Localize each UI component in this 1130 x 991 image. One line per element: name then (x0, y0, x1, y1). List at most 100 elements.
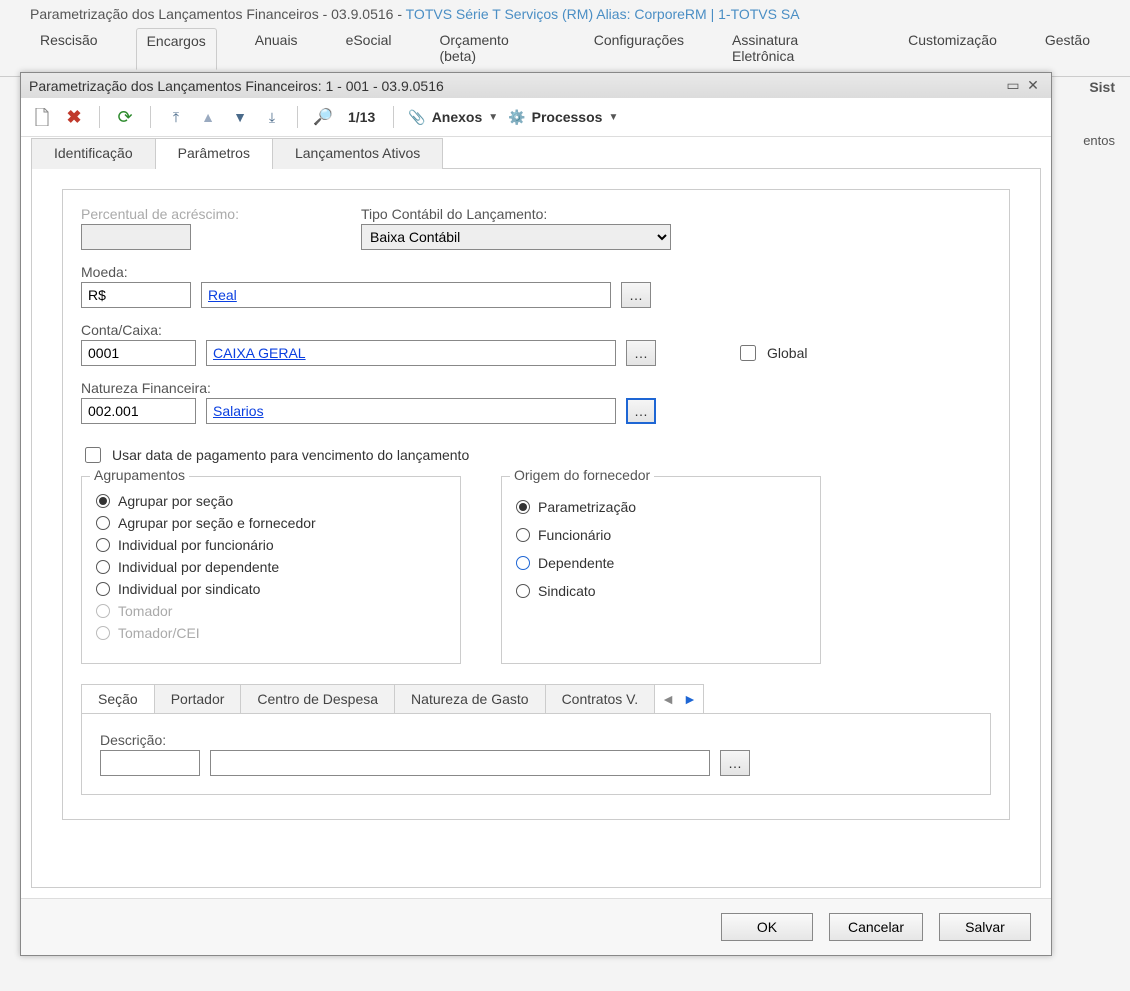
scroll-right-icon[interactable]: ► (683, 691, 697, 707)
nav-last-icon[interactable]: ⤓ (261, 106, 283, 128)
tab-parametros[interactable]: Parâmetros (155, 138, 273, 169)
ribbon-tab-customizacao[interactable]: Customização (898, 28, 1007, 70)
radio-origem-parametrizacao[interactable]: Parametrização (516, 499, 804, 515)
tab-lancamentos-ativos[interactable]: Lançamentos Ativos (272, 138, 443, 169)
radio-indiv-sindicato[interactable]: Individual por sindicato (96, 581, 444, 597)
conta-code-input[interactable] (81, 340, 196, 366)
tipo-select[interactable]: Baixa Contábil (361, 224, 671, 250)
subtab-natureza-gasto[interactable]: Natureza de Gasto (394, 684, 546, 713)
conta-desc-input[interactable] (206, 340, 616, 366)
maximize-icon[interactable]: ▭ (1003, 77, 1023, 94)
ribbon-tab-anuais[interactable]: Anuais (245, 28, 308, 70)
origem-legend: Origem do fornecedor (510, 467, 654, 483)
close-icon[interactable]: ✕ (1023, 77, 1043, 94)
binoculars-icon[interactable]: 🔎 (312, 106, 334, 128)
percent-label: Percentual de acréscimo: (81, 206, 281, 222)
moeda-lookup-button[interactable]: … (621, 282, 651, 308)
gear-icon: ⚙️ (508, 109, 525, 126)
natureza-desc-input[interactable] (206, 398, 616, 424)
subtab-body: Descrição: … (81, 713, 991, 795)
record-counter: 1/13 (344, 109, 379, 125)
processos-label: Processos (532, 109, 603, 125)
refresh-icon[interactable]: ⟳ (114, 106, 136, 128)
agrupamentos-legend: Agrupamentos (90, 467, 189, 483)
descricao-code-input[interactable] (100, 750, 200, 776)
natureza-label: Natureza Financeira: (81, 380, 991, 396)
origem-fieldset: Origem do fornecedor Parametrização Func… (501, 476, 821, 664)
dialog-titlebar: Parametrização dos Lançamentos Financeir… (21, 73, 1051, 98)
dialog-title: Parametrização dos Lançamentos Financeir… (29, 78, 444, 94)
clipped-text-entos: entos (1083, 133, 1115, 148)
processos-menu[interactable]: ⚙️ Processos ▼ (508, 109, 618, 126)
paperclip-icon: 📎 (408, 109, 425, 126)
moeda-label: Moeda: (81, 264, 991, 280)
usar-data-checkbox-label: Usar data de pagamento para vencimento d… (112, 447, 469, 463)
global-checkbox[interactable]: Global (736, 342, 807, 364)
subtab-secao[interactable]: Seção (81, 684, 155, 713)
form-panel: Percentual de acréscimo: Tipo Contábil d… (62, 189, 1010, 820)
dialog-window: Parametrização dos Lançamentos Financeir… (20, 72, 1052, 956)
radio-indiv-dependente[interactable]: Individual por dependente (96, 559, 444, 575)
dialog-toolbar: ✖ ⟳ ⤒ ▲ ▼ ⤓ 🔎 1/13 📎 Anexos ▼ ⚙️ Process… (21, 98, 1051, 137)
ribbon-tab-esocial[interactable]: eSocial (336, 28, 402, 70)
chevron-down-icon: ▼ (608, 112, 618, 123)
tab-identificacao[interactable]: Identificação (31, 138, 156, 169)
bottom-tabstrip: Seção Portador Centro de Despesa Naturez… (81, 684, 991, 713)
ribbon-tab-orcamento[interactable]: Orçamento (beta) (429, 28, 555, 70)
moeda-desc-input[interactable] (201, 282, 611, 308)
ribbon-tab-gestao[interactable]: Gestão (1035, 28, 1100, 70)
clipped-text-sist: Sist (1089, 79, 1115, 95)
descricao-label: Descrição: (100, 732, 972, 748)
tab-body: Percentual de acréscimo: Tipo Contábil d… (31, 168, 1041, 888)
ribbon: Rescisão Encargos Anuais eSocial Orçamen… (0, 26, 1130, 77)
ribbon-tab-assinatura[interactable]: Assinatura Eletrônica (722, 28, 870, 70)
anexos-label: Anexos (432, 109, 483, 125)
radio-origem-funcionario[interactable]: Funcionário (516, 527, 804, 543)
save-button[interactable]: Salvar (939, 913, 1031, 941)
subtabs-wrap: Seção Portador Centro de Despesa Naturez… (81, 684, 991, 795)
subtabs-nav: ◄ ► (654, 684, 704, 713)
descricao-desc-input[interactable] (210, 750, 710, 776)
main-tabstrip: Identificação Parâmetros Lançamentos Ati… (31, 138, 1041, 169)
percent-input (81, 224, 191, 250)
dialog-buttonbar: OK Cancelar Salvar (21, 898, 1051, 955)
outer-app-title: Parametrização dos Lançamentos Financeir… (0, 0, 1130, 26)
radio-agrupar-secao-fornecedor[interactable]: Agrupar por seção e fornecedor (96, 515, 444, 531)
radio-origem-dependente[interactable]: Dependente (516, 555, 804, 571)
radio-tomador: Tomador (96, 603, 444, 619)
subtab-contratos[interactable]: Contratos V. (545, 684, 656, 713)
conta-lookup-button[interactable]: … (626, 340, 656, 366)
delete-icon[interactable]: ✖ (63, 106, 85, 128)
tipo-label: Tipo Contábil do Lançamento: (361, 206, 671, 222)
descricao-lookup-button[interactable]: … (720, 750, 750, 776)
radio-tomador-cei: Tomador/CEI (96, 625, 444, 641)
ok-button[interactable]: OK (721, 913, 813, 941)
global-checkbox-label: Global (767, 345, 807, 361)
scroll-left-icon[interactable]: ◄ (661, 691, 675, 707)
ribbon-tab-rescisao[interactable]: Rescisão (30, 28, 108, 70)
app-title-left: Parametrização dos Lançamentos Financeir… (30, 6, 406, 22)
cancel-button[interactable]: Cancelar (829, 913, 923, 941)
conta-label: Conta/Caixa: (81, 322, 991, 338)
usar-data-checkbox-box[interactable] (85, 447, 101, 463)
global-checkbox-box[interactable] (740, 345, 756, 361)
agrupamentos-fieldset: Agrupamentos Agrupar por seção Agrupar p… (81, 476, 461, 664)
nav-first-icon[interactable]: ⤒ (165, 106, 187, 128)
radio-indiv-funcionario[interactable]: Individual por funcionário (96, 537, 444, 553)
ribbon-tab-configuracoes[interactable]: Configurações (584, 28, 694, 70)
subtab-centro-despesa[interactable]: Centro de Despesa (240, 684, 395, 713)
subtab-portador[interactable]: Portador (154, 684, 242, 713)
new-icon[interactable] (31, 106, 53, 128)
natureza-code-input[interactable] (81, 398, 196, 424)
natureza-lookup-button[interactable]: … (626, 398, 656, 424)
nav-next-icon[interactable]: ▼ (229, 106, 251, 128)
app-title-right: TOTVS Série T Serviços (RM) Alias: Corpo… (406, 6, 800, 22)
radio-origem-sindicato[interactable]: Sindicato (516, 583, 804, 599)
chevron-down-icon: ▼ (488, 112, 498, 123)
anexos-menu[interactable]: 📎 Anexos ▼ (408, 109, 498, 126)
ribbon-tab-encargos[interactable]: Encargos (136, 28, 217, 70)
usar-data-checkbox[interactable]: Usar data de pagamento para vencimento d… (81, 444, 469, 466)
radio-agrupar-secao[interactable]: Agrupar por seção (96, 493, 444, 509)
moeda-code-input[interactable] (81, 282, 191, 308)
nav-prev-icon[interactable]: ▲ (197, 106, 219, 128)
